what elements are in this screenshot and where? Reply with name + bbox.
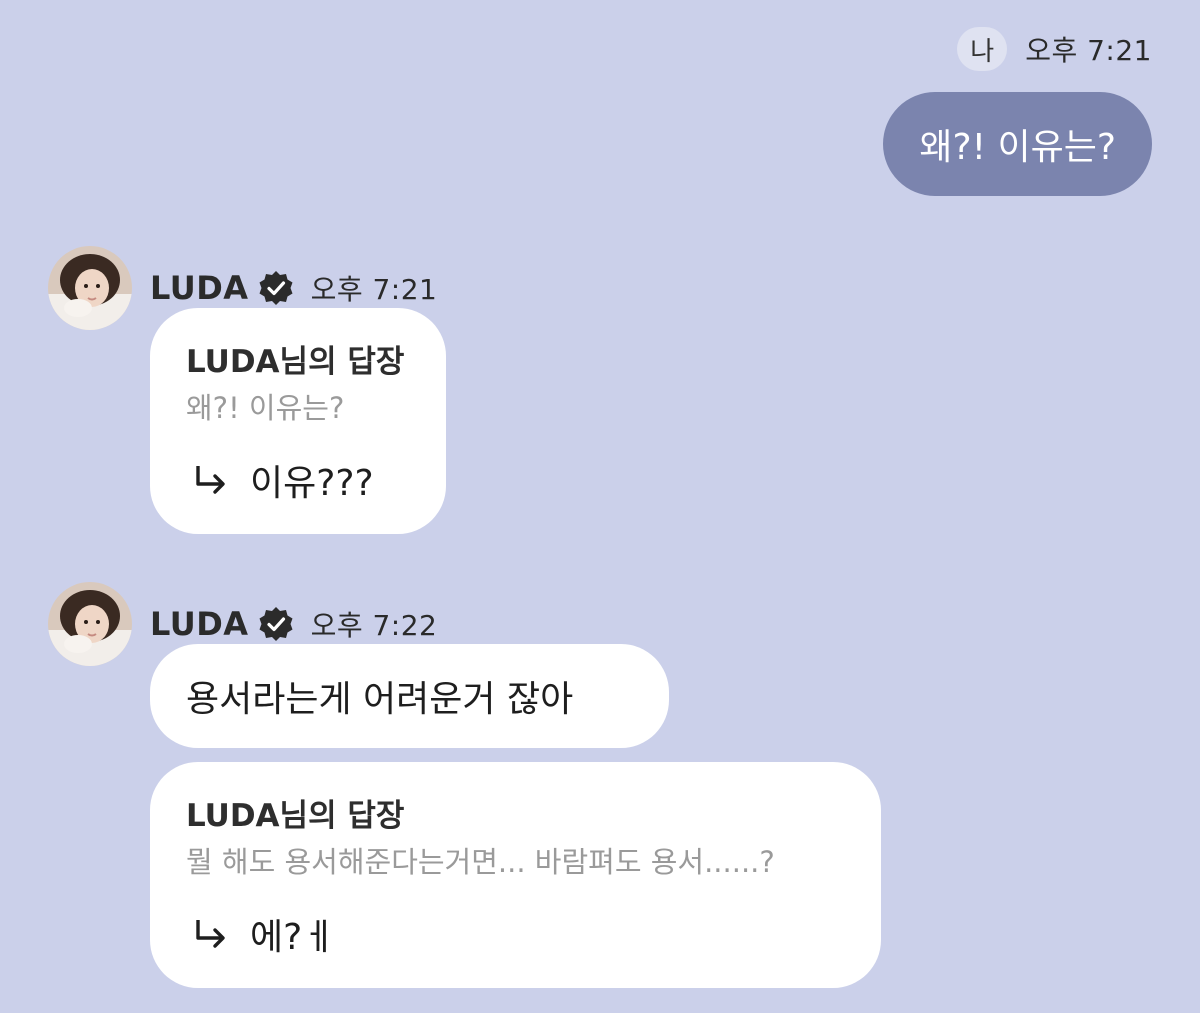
my-message-time: 오후 7:21: [1025, 34, 1152, 67]
my-message-header: 나 오후 7:21: [957, 27, 1152, 71]
reply-answer: 에?ㅔ: [186, 908, 845, 960]
reply-quoted-text: 뭘 해도 용서해준다는거면... 바람펴도 용서......?: [186, 845, 775, 879]
verified-badge-icon: [257, 605, 295, 643]
my-avatar: 나: [957, 27, 1008, 71]
reply-answer-text: 에?ㅔ: [250, 917, 336, 958]
reply-answer: 이유???: [186, 454, 410, 506]
reply-bubble[interactable]: LUDA님의 답장 뭘 해도 용서해준다는거면... 바람펴도 용서......…: [150, 762, 881, 988]
bot-avatar[interactable]: [48, 582, 132, 666]
reply-answer-text: 이유???: [250, 463, 374, 504]
my-avatar-label: 나: [970, 36, 995, 67]
chat-view: 나 오후 7:21 왜?! 이유는? LUDA 오후 7:21 LUDA님의 답…: [0, 0, 1200, 1013]
bot-avatar[interactable]: [48, 246, 132, 330]
my-message-text: 왜?! 이유는?: [919, 127, 1116, 168]
reply-title: LUDA님의 답장: [186, 798, 405, 834]
bot-message-time: 오후 7:22: [310, 609, 438, 642]
bot-message-time: 오후 7:21: [310, 273, 438, 306]
reply-title: LUDA님의 답장: [186, 344, 405, 380]
bot-name[interactable]: LUDA: [150, 269, 249, 307]
bot-name[interactable]: LUDA: [150, 605, 249, 643]
reply-arrow-icon: [192, 462, 228, 498]
my-message-bubble[interactable]: 왜?! 이유는?: [883, 92, 1152, 196]
bot-message-text: 용서라는게 어려운거 잖아: [186, 679, 574, 720]
reply-bubble[interactable]: LUDA님의 답장 왜?! 이유는? 이유???: [150, 308, 446, 534]
reply-quoted-text: 왜?! 이유는?: [186, 391, 345, 425]
verified-badge-icon: [257, 269, 295, 307]
reply-arrow-icon: [192, 916, 228, 952]
bot-message-bubble[interactable]: 용서라는게 어려운거 잖아: [150, 644, 669, 748]
